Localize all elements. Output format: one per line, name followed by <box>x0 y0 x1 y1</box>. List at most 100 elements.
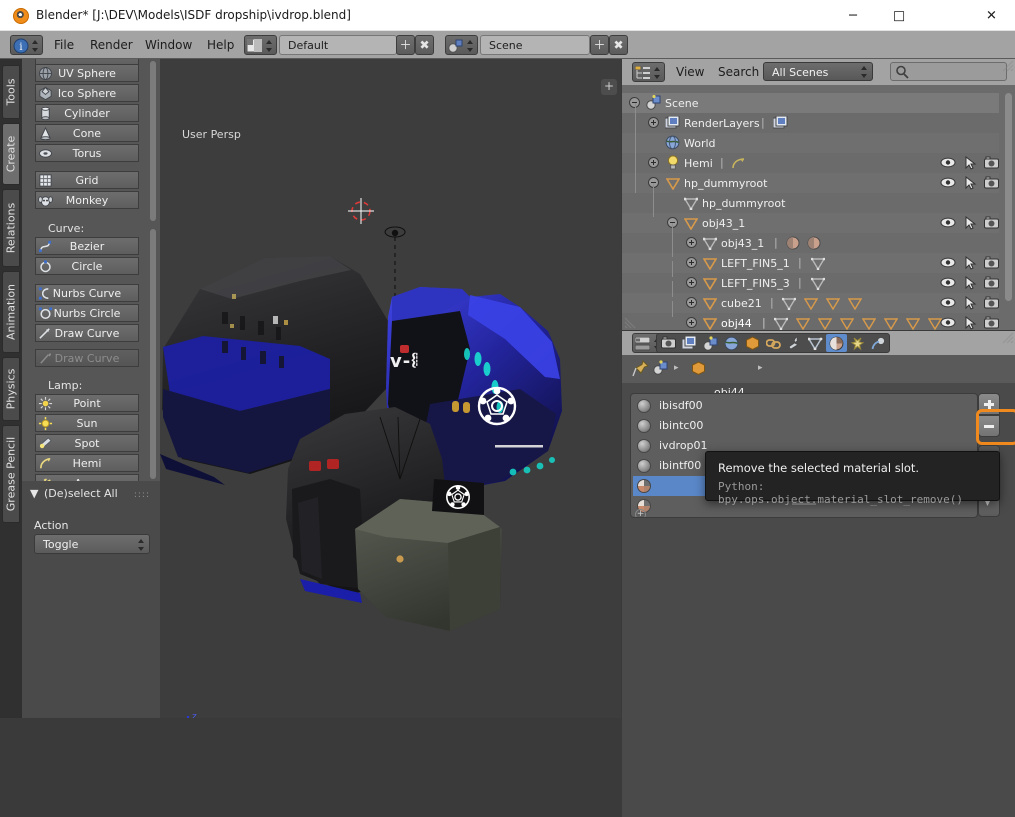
outliner-row-world[interactable]: World <box>622 123 999 153</box>
object-data-tab-icon[interactable] <box>805 334 826 352</box>
camera-icon[interactable] <box>984 216 999 229</box>
add-uv-sphere-button[interactable]: UV Sphere <box>35 64 139 82</box>
scene-tab-icon[interactable] <box>700 334 721 352</box>
texture-tab-icon[interactable] <box>847 334 868 352</box>
add-nurbs-curve-button[interactable]: Nurbs Curve <box>35 284 139 302</box>
minimize-button[interactable]: ─ <box>830 0 876 31</box>
expand-icon[interactable] <box>648 117 659 128</box>
expand-list-icon[interactable]: + <box>635 509 646 517</box>
outliner-corner-grip[interactable] <box>1002 60 1014 72</box>
render-layers-tab-icon[interactable] <box>679 334 700 352</box>
action-dropdown-arrows[interactable] <box>137 536 146 554</box>
cursor-arrow-icon[interactable] <box>964 156 977 170</box>
cursor-arrow-icon[interactable] <box>964 316 977 330</box>
scene-browse-button[interactable] <box>445 35 478 55</box>
outliner-row-hp-dummyroot-data[interactable]: hp_dummyroot <box>622 183 999 213</box>
info-editor-type-button[interactable]: i <box>10 35 43 55</box>
panel-drag-dots[interactable]: :::: <box>134 490 150 500</box>
menu-window[interactable]: Window <box>145 38 192 52</box>
outliner-row-obj43-1-object[interactable]: obj43_1 <box>622 201 999 233</box>
add-area-lamp-button[interactable]: Area <box>35 474 139 481</box>
outliner-display-mode-dropdown[interactable]: All Scenes <box>763 62 873 81</box>
cursor-arrow-icon[interactable] <box>964 296 977 310</box>
add-cone-button[interactable]: Cone <box>35 124 139 142</box>
outliner-area[interactable]: View Search All Scenes Scene RenderLayer… <box>622 59 1015 330</box>
camera-icon[interactable] <box>984 276 999 289</box>
eye-icon[interactable] <box>940 216 956 229</box>
scene-browse-arrows[interactable] <box>466 37 475 55</box>
add-curve-circle-button[interactable]: Circle <box>35 257 139 275</box>
menu-file[interactable]: File <box>54 38 74 52</box>
screen-layout-browse-button[interactable] <box>244 35 277 55</box>
add-nurbs-circle-button[interactable]: Nurbs Circle <box>35 304 139 322</box>
add-path-button[interactable]: Draw Curve <box>35 324 139 342</box>
outliner-bottom-corner-grip[interactable] <box>624 317 636 329</box>
add-spot-lamp-button[interactable]: Spot <box>35 434 139 452</box>
toolshelf-tab-physics[interactable]: Physics <box>2 357 20 421</box>
toolshelf-scrollbar-top[interactable] <box>150 61 156 221</box>
toolshelf-tab-animation[interactable]: Animation <box>2 271 20 353</box>
outliner-editor-arrows[interactable] <box>653 64 662 82</box>
outliner-row-hemi[interactable]: Hemi | <box>622 143 999 173</box>
properties-area[interactable]: ▸ obj44 ▸ ibisdf00 ibintc00 ivdrop01 <box>622 331 1015 817</box>
camera-icon[interactable] <box>984 156 999 169</box>
outliner-row-left-fin5-3[interactable]: LEFT_FIN5_3 | <box>622 261 999 293</box>
add-point-lamp-button[interactable]: Point <box>35 394 139 412</box>
screen-layout-field[interactable]: Default <box>279 35 397 55</box>
toolshelf-tab-create[interactable]: Create <box>2 123 20 185</box>
add-screen-layout-button[interactable]: ＋ <box>396 35 415 55</box>
outliner-row-obj44[interactable]: obj44 | <box>622 301 999 330</box>
material-slot-row[interactable]: ibisdf00 <box>633 396 977 416</box>
render-tab-icon[interactable] <box>658 334 679 352</box>
maximize-button[interactable]: □ <box>876 0 922 31</box>
outliner-row-obj43-1-data[interactable]: obj43_1 | <box>622 223 999 253</box>
eye-icon[interactable] <box>940 276 956 289</box>
eye-icon[interactable] <box>940 176 956 189</box>
scene-icon[interactable] <box>653 360 669 376</box>
world-tab-icon[interactable] <box>721 334 742 352</box>
viewport-toolshelf-expand-button[interactable]: + <box>601 79 617 95</box>
add-cylinder-button[interactable]: Cylinder <box>35 104 139 122</box>
menu-render[interactable]: Render <box>90 38 133 52</box>
camera-icon[interactable] <box>984 256 999 269</box>
toolshelf-tab-relations[interactable]: Relations <box>2 189 20 267</box>
camera-icon[interactable] <box>984 176 999 189</box>
cursor-arrow-icon[interactable] <box>964 256 977 270</box>
add-bezier-curve-button[interactable]: Bezier <box>35 237 139 255</box>
pin-icon[interactable] <box>632 360 649 377</box>
add-grid-button[interactable]: Grid <box>35 171 139 189</box>
screen-layout-arrows[interactable] <box>265 37 274 55</box>
object-tab-icon[interactable] <box>742 334 763 352</box>
outliner-menu-view[interactable]: View <box>676 65 704 79</box>
expand-icon[interactable] <box>686 297 697 308</box>
constraints-tab-icon[interactable] <box>763 334 784 352</box>
outliner-row-cube21[interactable]: cube21 | <box>622 281 999 313</box>
add-scene-button[interactable]: ＋ <box>590 35 609 55</box>
menu-help[interactable]: Help <box>207 38 234 52</box>
action-dropdown[interactable]: Toggle <box>34 534 150 554</box>
toolshelf-tab-tools[interactable]: Tools <box>2 65 20 119</box>
physics-tab-icon[interactable] <box>868 334 889 352</box>
object-cube-icon[interactable] <box>691 361 707 376</box>
outliner-scrollbar[interactable] <box>1005 93 1012 301</box>
expand-icon[interactable] <box>686 317 697 328</box>
outliner-row-renderlayers[interactable]: RenderLayers | <box>622 103 999 135</box>
outliner-tree[interactable]: Scene RenderLayers | World Hemi | hp_dum… <box>622 85 1015 330</box>
3d-viewport-area[interactable]: v-𝄔𝄄 z User Persp + Tools Create Relatio… <box>0 59 621 718</box>
add-sun-lamp-button[interactable]: Sun <box>35 414 139 432</box>
properties-corner-grip[interactable] <box>1002 332 1014 344</box>
material-tab-icon[interactable] <box>826 334 847 352</box>
outliner-search-input[interactable] <box>890 62 1007 81</box>
outliner-editor-type-button[interactable] <box>632 62 665 82</box>
info-editor-type-arrows[interactable] <box>31 37 40 55</box>
expand-icon[interactable] <box>686 257 697 268</box>
scene-name-field[interactable]: Scene <box>480 35 590 55</box>
delete-screen-layout-button[interactable]: ✖ <box>415 35 434 55</box>
modifiers-tab-icon[interactable] <box>784 334 805 352</box>
expand-icon[interactable] <box>686 237 697 248</box>
cursor-arrow-icon[interactable] <box>964 216 977 230</box>
add-hemi-lamp-button[interactable]: Hemi <box>35 454 139 472</box>
add-ico-sphere-button[interactable]: Ico Sphere <box>35 84 139 102</box>
expand-icon[interactable] <box>686 277 697 288</box>
cursor-arrow-icon[interactable] <box>964 276 977 290</box>
